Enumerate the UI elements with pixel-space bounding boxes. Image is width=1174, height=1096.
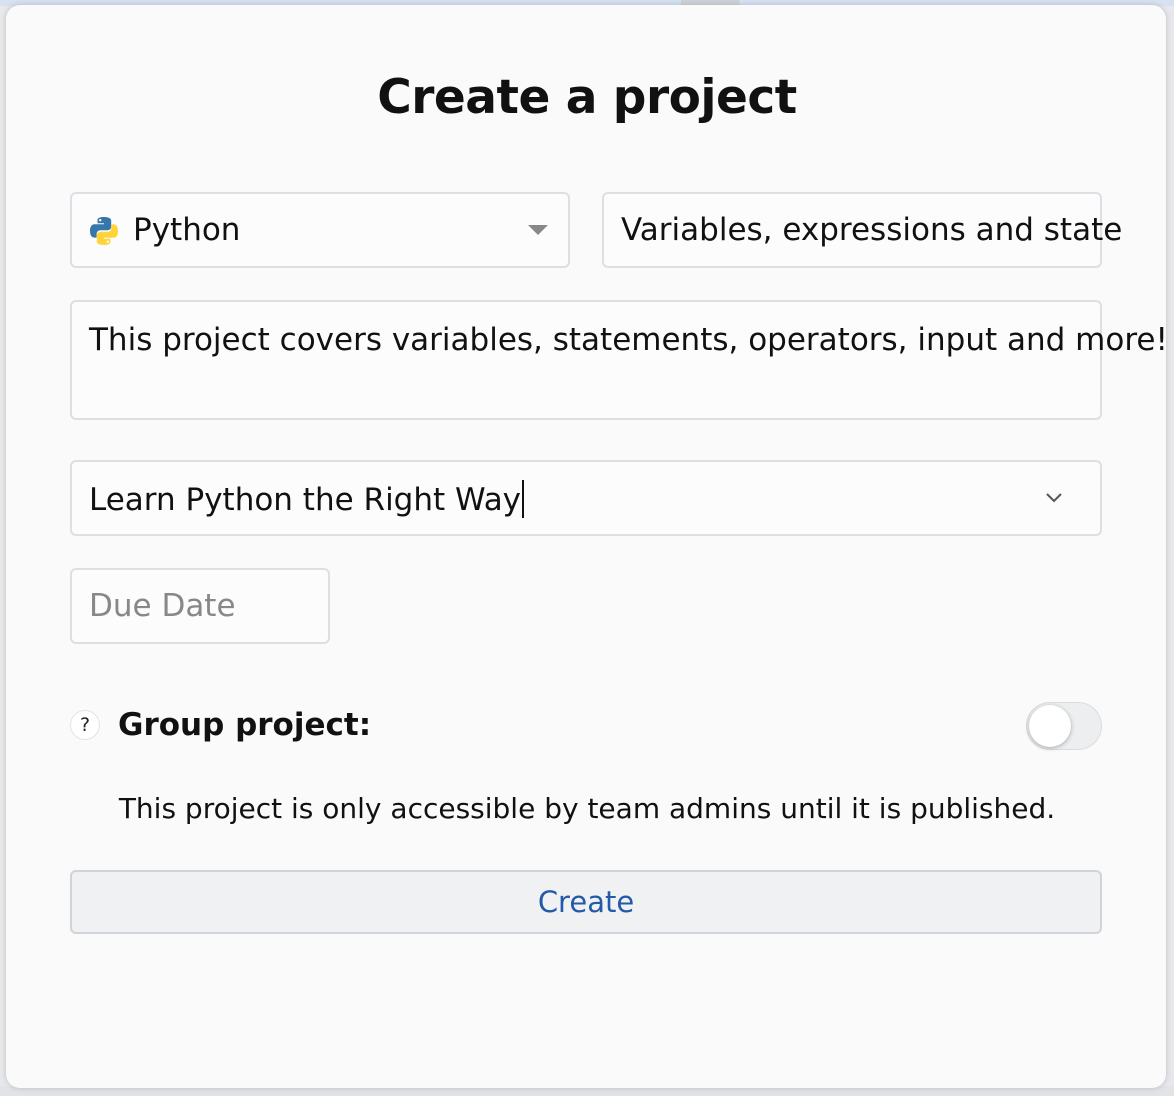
group-project-label: Group project: [118,707,372,743]
help-icon[interactable]: ? [70,710,100,740]
group-project-toggle[interactable] [1026,702,1102,750]
python-logo-icon [90,217,118,245]
toggle-knob [1029,705,1071,747]
create-button[interactable]: Create [70,870,1102,934]
text-cursor [522,480,525,518]
dialog-title: Create a project [377,70,797,125]
project-title-input[interactable]: Variables, expressions and state [602,192,1122,268]
project-title-value: Variables, expressions and state [621,212,1123,248]
language-select-value: Python [133,212,241,248]
chevron-down-icon[interactable] [1044,491,1064,505]
project-description-value: This project covers variables, statement… [89,322,1168,358]
curriculum-select-value: Learn Python the Right Way [89,480,525,518]
language-select[interactable]: Python [70,192,570,268]
visibility-notice: This project is only accessible by team … [118,792,1056,825]
caret-down-icon [528,225,548,235]
project-description-textarea[interactable]: This project covers variables, statement… [70,300,1168,420]
curriculum-select[interactable]: Learn Python the Right Way [70,460,1102,536]
due-date-placeholder: Due Date [89,588,236,624]
due-date-input[interactable]: Due Date [70,568,330,644]
